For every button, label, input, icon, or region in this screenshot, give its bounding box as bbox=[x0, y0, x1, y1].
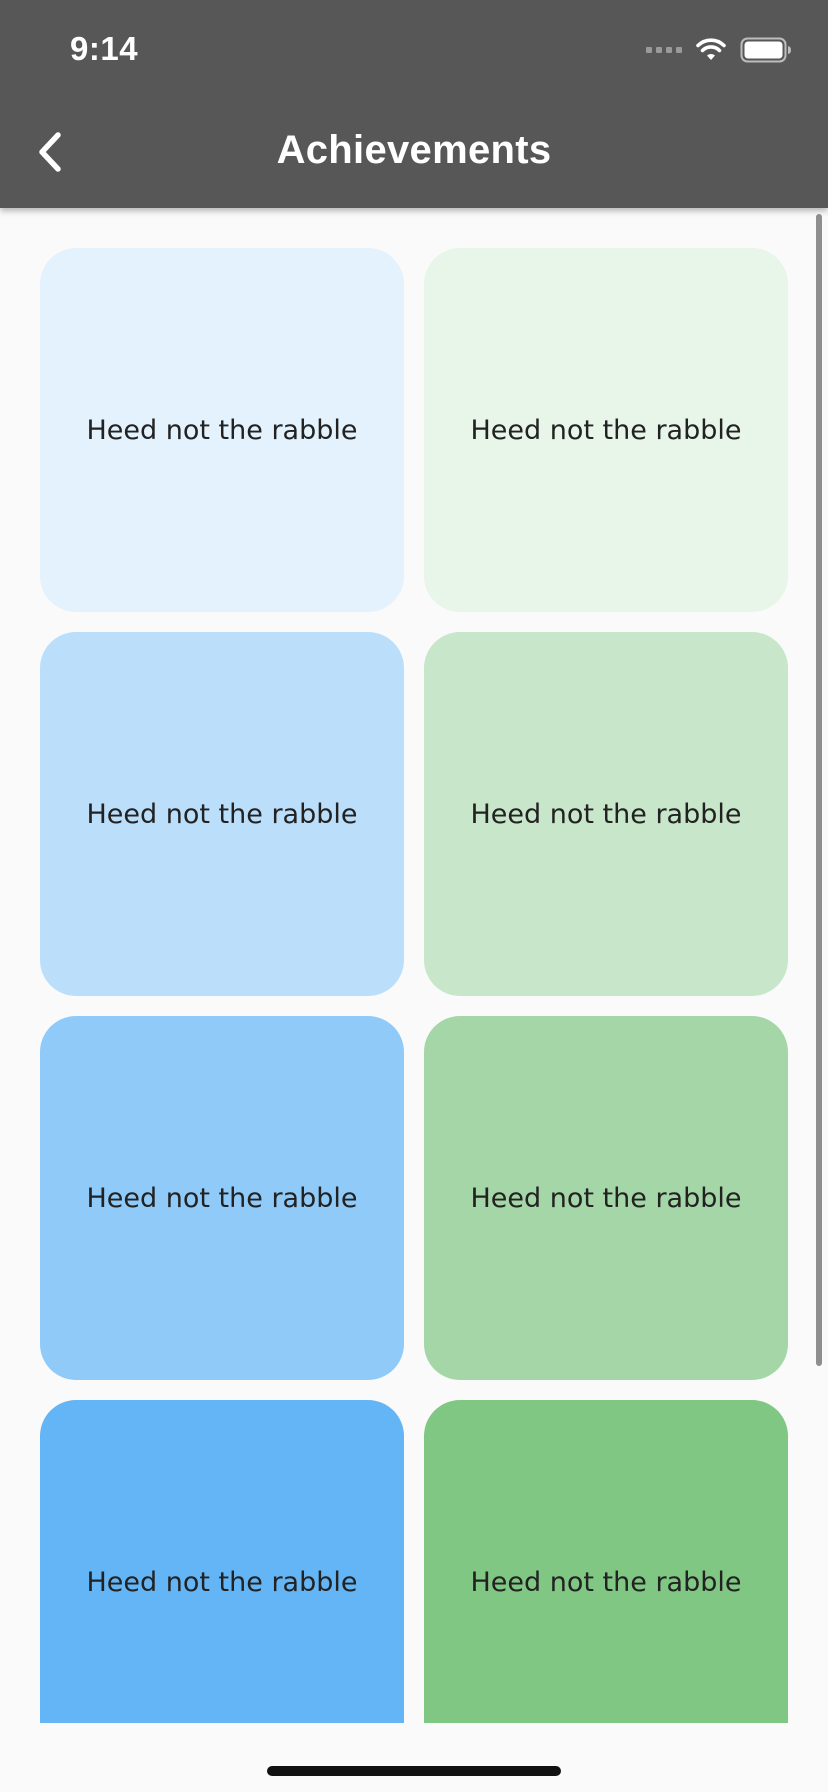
status-time: 9:14 bbox=[70, 30, 139, 67]
achievement-label: Heed not the rabble bbox=[470, 414, 742, 446]
achievement-tile[interactable]: Heed not the rabble bbox=[40, 632, 404, 996]
battery-icon bbox=[740, 37, 791, 63]
app-bar: 9:14 Achievements bbox=[0, 0, 828, 208]
status-icons bbox=[646, 34, 792, 66]
achievement-label: Heed not the rabble bbox=[86, 414, 358, 446]
achievement-label: Heed not the rabble bbox=[86, 1182, 358, 1214]
achievement-label: Heed not the rabble bbox=[86, 798, 358, 830]
scrollbar[interactable] bbox=[816, 214, 822, 1366]
achievement-tile[interactable]: Heed not the rabble bbox=[424, 248, 788, 612]
wifi-icon bbox=[696, 38, 726, 60]
page-title: Achievements bbox=[276, 128, 552, 172]
achievements-scroll-area[interactable]: Heed not the rabble Heed not the rabble He… bbox=[0, 208, 828, 1723]
achievement-tile[interactable]: Heed not the rabble bbox=[40, 248, 404, 612]
achievement-label: Heed not the rabble bbox=[470, 1566, 742, 1598]
achievement-tile[interactable]: Heed not the rabble bbox=[424, 632, 788, 996]
home-indicator[interactable] bbox=[267, 1766, 561, 1776]
achievement-tile[interactable]: Heed not the rabble bbox=[40, 1400, 404, 1723]
achievement-tile[interactable]: Heed not the rabble bbox=[424, 1400, 788, 1723]
achievement-tile[interactable]: Heed not the rabble bbox=[40, 1016, 404, 1380]
achievement-label: Heed not the rabble bbox=[470, 798, 742, 830]
achievements-grid: Heed not the rabble Heed not the rabble He… bbox=[40, 248, 788, 1723]
achievement-tile[interactable]: Heed not the rabble bbox=[424, 1016, 788, 1380]
achievement-label: Heed not the rabble bbox=[470, 1182, 742, 1214]
achievement-label: Heed not the rabble bbox=[86, 1566, 358, 1598]
signal-icon bbox=[646, 47, 682, 53]
